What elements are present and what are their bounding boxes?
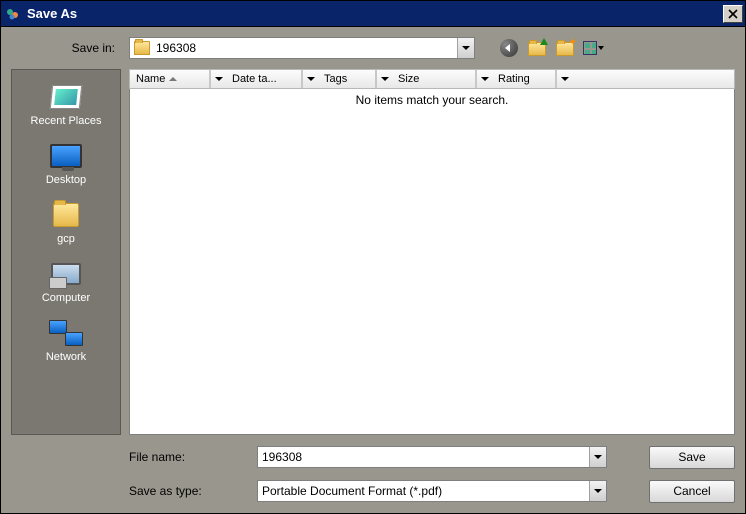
column-rating-filter[interactable] xyxy=(556,70,572,88)
chevron-down-icon xyxy=(561,77,569,81)
titlebar: Save As xyxy=(1,1,745,27)
column-tags[interactable]: Tags xyxy=(318,70,376,88)
save-in-label: Save in: xyxy=(11,41,123,55)
recent-places-icon xyxy=(49,82,83,112)
file-name-combo[interactable] xyxy=(257,446,607,468)
file-list[interactable]: No items match your search. xyxy=(129,89,735,435)
place-label: Recent Places xyxy=(31,115,102,127)
folder-icon xyxy=(134,41,150,55)
column-date-label: Date ta... xyxy=(232,73,277,85)
place-network[interactable]: Network xyxy=(12,312,120,371)
save-type-combo[interactable]: Portable Document Format (*.pdf) xyxy=(257,480,607,502)
up-one-level-button[interactable] xyxy=(527,38,547,58)
column-name[interactable]: Name xyxy=(130,70,210,88)
network-icon xyxy=(49,318,83,348)
column-name-label: Name xyxy=(136,73,165,85)
folder-icon xyxy=(49,200,83,230)
save-button[interactable]: Save xyxy=(649,446,735,469)
sort-ascending-icon xyxy=(169,77,177,81)
nav-toolbar: ✦ xyxy=(499,38,603,58)
save-in-row: Save in: 196308 xyxy=(11,35,735,61)
save-in-combo[interactable]: 196308 xyxy=(129,37,475,59)
folder-up-icon xyxy=(528,40,546,56)
chevron-down-icon xyxy=(381,77,389,81)
place-label: Computer xyxy=(42,292,90,304)
column-headers: Name Date ta... Tags Size xyxy=(129,69,735,89)
column-size-filter[interactable] xyxy=(476,70,492,88)
file-name-dropdown-button[interactable] xyxy=(589,447,606,467)
place-label: Network xyxy=(46,351,86,363)
column-name-filter[interactable] xyxy=(210,70,226,88)
column-tags-filter[interactable] xyxy=(376,70,392,88)
views-icon xyxy=(583,41,604,55)
column-tags-label: Tags xyxy=(324,73,347,85)
empty-message: No items match your search. xyxy=(356,93,509,107)
chevron-down-icon xyxy=(307,77,315,81)
place-recent[interactable]: Recent Places xyxy=(12,76,120,135)
place-desktop[interactable]: Desktop xyxy=(12,135,120,194)
combo-dropdown-button[interactable] xyxy=(457,38,474,58)
views-menu-button[interactable] xyxy=(583,38,603,58)
column-rating-label: Rating xyxy=(498,73,530,85)
back-button[interactable] xyxy=(499,38,519,58)
save-in-value: 196308 xyxy=(156,41,196,55)
save-type-row: Save as type: Portable Document Format (… xyxy=(129,479,735,503)
place-computer[interactable]: Computer xyxy=(12,253,120,312)
save-type-label: Save as type: xyxy=(129,484,257,498)
save-type-dropdown-button[interactable] xyxy=(589,481,606,501)
create-new-folder-button[interactable]: ✦ xyxy=(555,38,575,58)
column-spacer xyxy=(572,70,734,88)
desktop-icon xyxy=(49,141,83,171)
column-date-filter[interactable] xyxy=(302,70,318,88)
file-name-label: File name: xyxy=(129,450,257,464)
column-size-label: Size xyxy=(398,73,419,85)
bottom-controls: File name: Save Save as type: Portable D… xyxy=(129,445,735,503)
save-type-value: Portable Document Format (*.pdf) xyxy=(262,484,442,498)
middle-area: Recent Places Desktop gcp Computer Netwo… xyxy=(11,69,735,435)
app-icon xyxy=(5,6,21,22)
place-label: Desktop xyxy=(46,174,86,186)
column-date-taken[interactable]: Date ta... xyxy=(226,70,302,88)
place-label: gcp xyxy=(57,233,75,245)
back-arrow-icon xyxy=(500,39,518,57)
file-name-input[interactable] xyxy=(262,447,586,467)
column-rating[interactable]: Rating xyxy=(492,70,556,88)
close-button[interactable] xyxy=(723,5,743,23)
places-bar: Recent Places Desktop gcp Computer Netwo… xyxy=(11,69,121,435)
dialog-body: Save in: 196308 xyxy=(1,27,745,513)
new-folder-icon: ✦ xyxy=(556,40,574,56)
place-gcp[interactable]: gcp xyxy=(12,194,120,253)
chevron-down-icon xyxy=(462,46,470,50)
column-size[interactable]: Size xyxy=(392,70,476,88)
computer-icon xyxy=(49,259,83,289)
title-text: Save As xyxy=(27,6,723,21)
cancel-button[interactable]: Cancel xyxy=(649,480,735,503)
file-name-row: File name: Save xyxy=(129,445,735,469)
chevron-down-icon xyxy=(481,77,489,81)
file-list-area: Name Date ta... Tags Size xyxy=(129,69,735,435)
chevron-down-icon xyxy=(215,77,223,81)
save-as-dialog: Save As Save in: 196308 xyxy=(0,0,746,514)
chevron-down-icon xyxy=(594,455,602,459)
chevron-down-icon xyxy=(594,489,602,493)
